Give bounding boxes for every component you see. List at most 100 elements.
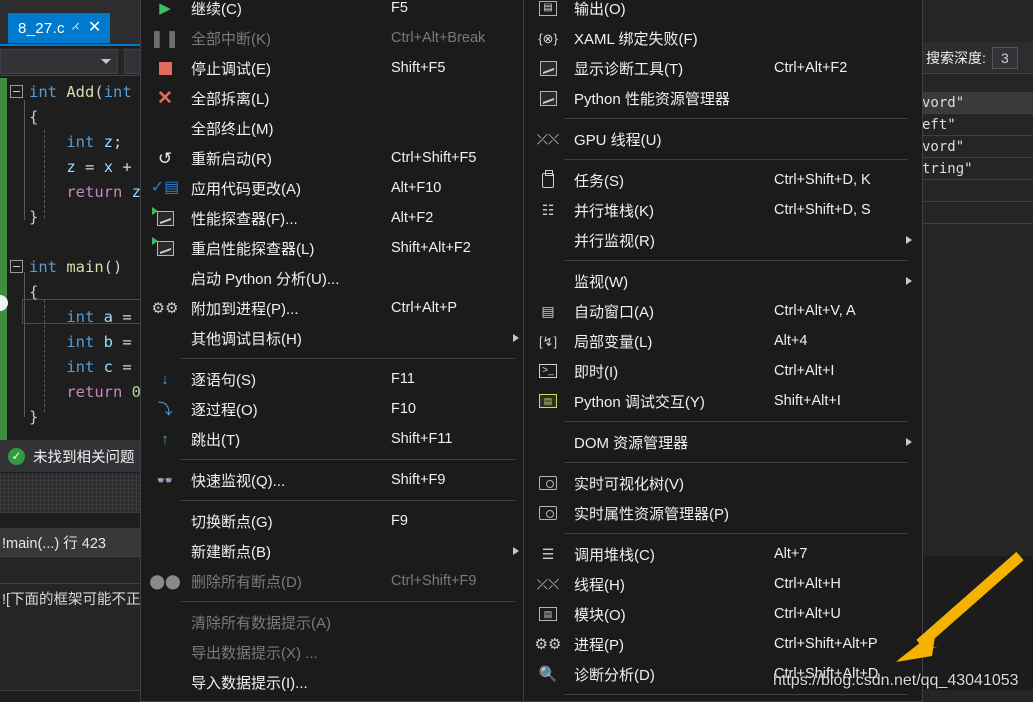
- debug-menu-popup[interactable]: ▶ 继续(C) F5 ❚❚ 全部中断(K) Ctrl+Alt+Break 停止调试(E) Sh…: [140, 0, 530, 702]
- menu-item-20[interactable]: 实时属性资源管理器(P): [524, 498, 922, 528]
- live-property-explorer-icon: [538, 503, 558, 523]
- change-gutter: [0, 78, 7, 463]
- menu-item-13[interactable]: [↯] 局部变量(L) Alt+4: [524, 326, 922, 356]
- menu-item-25[interactable]: 导入数据提示(I)...: [141, 667, 529, 697]
- menu-item-25[interactable]: ⚙⚙ 进程(P) Ctrl+Shift+Alt+P: [524, 629, 922, 659]
- menu-item-label: 快速监视(Q)...: [191, 472, 286, 490]
- menu-item-0[interactable]: ▤ 输出(O): [524, 0, 922, 23]
- menu-item-label: 并行监视(R): [574, 232, 655, 250]
- menu-item-22[interactable]: ☰ 调用堆栈(C) Alt+7: [524, 539, 922, 569]
- menu-item-5[interactable]: ↺ 重新启动(R) Ctrl+Shift+F5: [141, 143, 529, 173]
- menu-item-9[interactable]: 启动 Python 分析(U)...: [141, 263, 529, 293]
- scope-dropdown[interactable]: [0, 49, 118, 74]
- watch-grid-row[interactable]: vord": [920, 92, 1033, 114]
- menu-item-20[interactable]: 新建断点(B): [141, 536, 529, 566]
- menu-item-label: 即时(I): [574, 363, 619, 381]
- debug-windows-submenu-popup[interactable]: ▤ 输出(O) {⊗} XAML 绑定失败(F) 显示诊断工具(T) Ctrl+Alt+F…: [523, 0, 923, 702]
- delete-breakpoints-icon: ⬤⬤: [149, 573, 181, 589]
- menu-item-1[interactable]: {⊗} XAML 绑定失败(F): [524, 23, 922, 53]
- step-out-icon: ↑: [161, 430, 169, 448]
- menu-item-9[interactable]: 并行监视(R): [524, 225, 922, 255]
- menu-item-2[interactable]: 停止调试(E) Shift+F5: [141, 53, 529, 83]
- menu-item-label: 逐过程(O): [191, 401, 258, 419]
- pin-icon[interactable]: ⊦: [68, 20, 85, 36]
- menu-item-8[interactable]: 重启性能探查器(L) Shift+Alt+F2: [141, 233, 529, 263]
- menu-item-11[interactable]: 其他调试目标(H): [141, 323, 529, 353]
- watch-grid-row[interactable]: tring": [920, 158, 1033, 180]
- diagnostic-tools-icon: [538, 58, 558, 78]
- menu-item-label: 跳出(T): [191, 431, 241, 449]
- menu-item-10[interactable]: ⚙⚙ 附加到进程(P)... Ctrl+Alt+P: [141, 293, 529, 323]
- tasks-icon: [538, 169, 558, 190]
- code-line-text: int main(): [29, 258, 123, 276]
- xaml-binding-icon: {⊗}: [538, 30, 558, 46]
- watch-grid-row[interactable]: [920, 202, 1033, 224]
- menu-item-8[interactable]: ☷ 并行堆栈(K) Ctrl+Shift+D, S: [524, 195, 922, 225]
- watch-grid-row[interactable]: [920, 180, 1033, 202]
- menu-item-label: 全部终止(M): [191, 120, 274, 138]
- menu-item-23[interactable]: ⤫⤬ 线程(H) Ctrl+Alt+H: [524, 569, 922, 599]
- menu-item-0[interactable]: ▶ 继续(C) F5: [141, 0, 529, 23]
- menu-item-15[interactable]: ↑ 跳出(T) Shift+F11: [141, 424, 529, 454]
- menu-item-label: 停止调试(E): [191, 60, 271, 78]
- watch-grid-row[interactable]: vord": [920, 136, 1033, 158]
- menu-item-label: 监视(W): [574, 273, 629, 291]
- search-depth-input[interactable]: 3: [991, 46, 1018, 69]
- editor-tab-active[interactable]: 8_27.c ⊦ ✕: [8, 13, 110, 43]
- menu-item-6[interactable]: ✓▤ 应用代码更改(A) Alt+F10: [141, 173, 529, 203]
- menu-item-shortcut: Ctrl+Shift+F9: [391, 573, 477, 589]
- menu-item-7[interactable]: 性能探查器(F)... Alt+F2: [141, 203, 529, 233]
- watch-grid-cell: tring": [922, 160, 973, 177]
- menu-item-label: 诊断分析(D): [574, 666, 655, 684]
- code-line-text: return 0;: [66, 383, 150, 401]
- menu-item-shortcut: Alt+7: [774, 546, 808, 562]
- menu-item-24[interactable]: ▤ 模块(O) Ctrl+Alt+U: [524, 599, 922, 629]
- menu-separator: [181, 358, 515, 359]
- menu-item-label: 全部中断(K): [191, 30, 271, 48]
- menu-item-label: 删除所有断点(D): [191, 573, 302, 591]
- menu-item-19[interactable]: 切换断点(G) F9: [141, 506, 529, 536]
- menu-item-19[interactable]: 实时可视化树(V): [524, 468, 922, 498]
- menu-item-21: ⬤⬤ 删除所有断点(D) Ctrl+Shift+F9: [141, 566, 529, 596]
- menu-item-12[interactable]: ▤ 自动窗口(A) Ctrl+Alt+V, A: [524, 296, 922, 326]
- watch-grid[interactable]: vord" eft" vord" tring": [920, 92, 1033, 224]
- watch-grid-row[interactable]: eft": [920, 114, 1033, 136]
- menu-item-11[interactable]: 监视(W): [524, 266, 922, 296]
- menu-item-3[interactable]: ✕ 全部拆离(L): [141, 83, 529, 113]
- menu-item-label: GPU 线程(U): [574, 131, 662, 149]
- close-icon[interactable]: ✕: [88, 20, 102, 36]
- detach-all-icon: ✕: [157, 87, 173, 109]
- menu-item-shortcut: Ctrl+Alt+F2: [774, 60, 848, 76]
- menu-item-label: 进程(P): [574, 636, 624, 654]
- menu-item-shortcut: Alt+F10: [391, 180, 442, 196]
- menu-item-label: 清除所有数据提示(A): [191, 614, 331, 632]
- performance-profiler-restart-icon: [151, 236, 175, 258]
- watch-grid-cell: vord": [922, 138, 965, 155]
- menu-item-shortcut: Shift+F9: [391, 472, 446, 488]
- menu-item-shortcut: Shift+Alt+F2: [391, 240, 471, 256]
- menu-item-label: 输出(O): [574, 0, 626, 18]
- menu-item-14[interactable]: ⤵ 逐过程(O) F10: [141, 394, 529, 424]
- menu-item-17[interactable]: DOM 资源管理器: [524, 427, 922, 457]
- menu-item-7[interactable]: 任务(S) Ctrl+Shift+D, K: [524, 165, 922, 195]
- screenshot-root: 8_27.c ⊦ ✕ int Add(int x,{ int z; z = x …: [0, 0, 1033, 702]
- menu-item-5[interactable]: ⤫⤬ GPU 线程(U): [524, 124, 922, 154]
- fold-toggle-icon[interactable]: [10, 260, 23, 273]
- menu-item-17[interactable]: 👓 快速监视(Q)... Shift+F9: [141, 465, 529, 495]
- menu-item-15[interactable]: ▤ Python 调试交互(Y) Shift+Alt+I: [524, 386, 922, 416]
- menu-item-label: 附加到进程(P)...: [191, 300, 299, 318]
- fold-toggle-icon[interactable]: [10, 85, 23, 98]
- menu-item-2[interactable]: 显示诊断工具(T) Ctrl+Alt+F2: [524, 53, 922, 83]
- menu-separator: [181, 500, 515, 501]
- chevron-down-icon: [101, 59, 111, 64]
- menu-item-label: 实时可视化树(V): [574, 475, 684, 493]
- menu-item-13[interactable]: ↓ 逐语句(S) F11: [141, 364, 529, 394]
- menu-item-14[interactable]: >_ 即时(I) Ctrl+Alt+I: [524, 356, 922, 386]
- diagnostic-analysis-icon: 🔍: [538, 665, 558, 683]
- menu-item-3[interactable]: Python 性能资源管理器: [524, 83, 922, 113]
- menu-item-4[interactable]: 全部终止(M): [141, 113, 529, 143]
- menu-item-1: ❚❚ 全部中断(K) Ctrl+Alt+Break: [141, 23, 529, 53]
- threads-icon: ⤫⤬: [536, 576, 560, 592]
- code-line-text: {: [29, 108, 39, 126]
- watermark-url: https://blog.csdn.net/qq_43041053: [773, 672, 1019, 689]
